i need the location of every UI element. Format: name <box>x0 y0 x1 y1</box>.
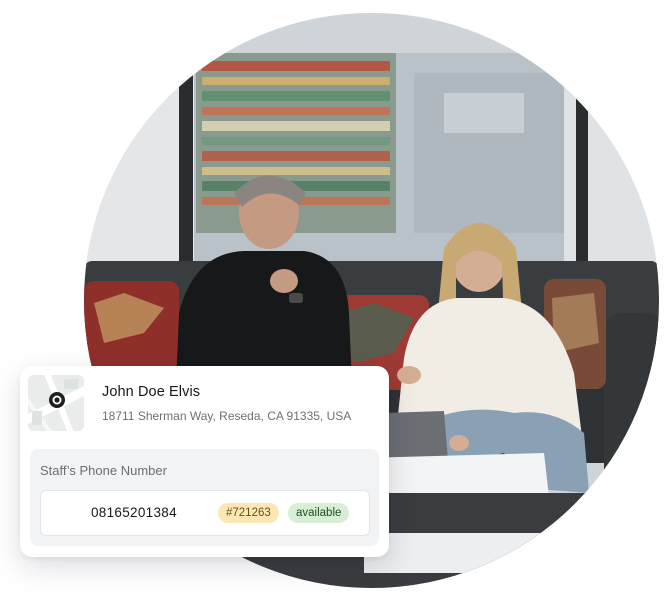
contact-name: John Doe Elvis <box>102 384 201 400</box>
status-badge: available <box>288 503 350 523</box>
contact-header: John Doe Elvis 18711 Sherman Way, Reseda… <box>28 375 381 433</box>
phone-row[interactable]: 08165201384 #721263 available <box>40 490 370 536</box>
map-thumbnail[interactable] <box>28 375 84 431</box>
staff-id-badge: #721263 <box>218 503 279 523</box>
phone-number[interactable]: 08165201384 <box>91 505 177 520</box>
map-pin-icon <box>28 375 84 431</box>
contact-card: John Doe Elvis 18711 Sherman Way, Reseda… <box>20 366 389 557</box>
phone-panel: Staff’s Phone Number 08165201384 #721263… <box>30 449 379 546</box>
phone-label: Staff’s Phone Number <box>40 463 167 478</box>
contact-address: 18711 Sherman Way, Reseda, CA 91335, USA <box>102 409 352 423</box>
